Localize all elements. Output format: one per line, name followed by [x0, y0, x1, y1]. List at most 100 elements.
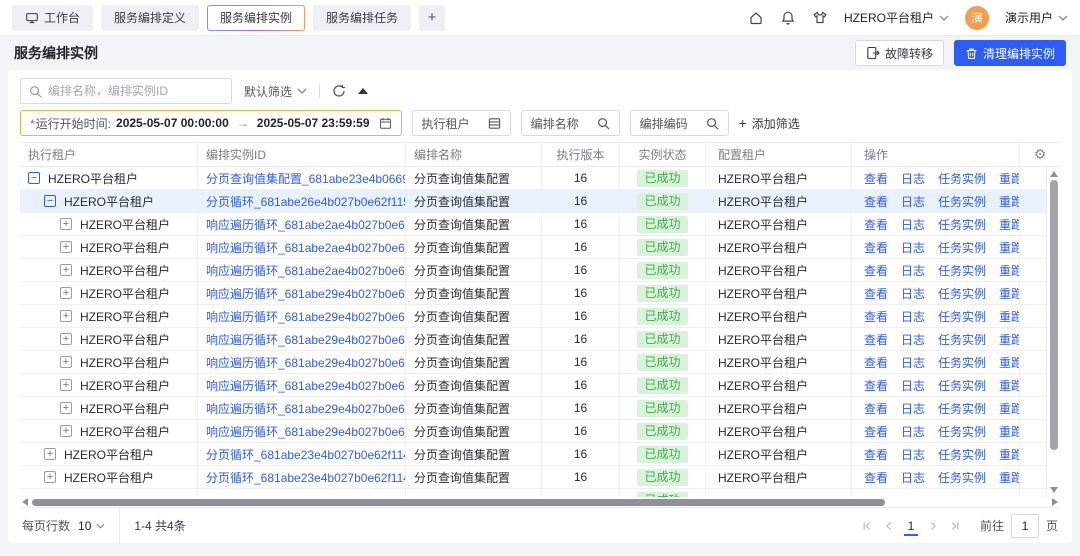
action-log[interactable]: 日志	[901, 193, 925, 210]
action-task-instance[interactable]: 任务实例	[938, 262, 986, 279]
action-task-instance[interactable]: 任务实例	[938, 285, 986, 302]
action-log[interactable]: 日志	[901, 239, 925, 256]
action-log[interactable]: 日志	[901, 170, 925, 187]
instance-id-link[interactable]: 响应遍历循环_681abe29e4b027b0e62f115d	[206, 400, 406, 417]
scroll-down-icon[interactable]	[1050, 487, 1058, 493]
action-log[interactable]: 日志	[901, 331, 925, 348]
action-task-instance[interactable]: 任务实例	[938, 331, 986, 348]
expand-node-toggle[interactable]: +	[60, 379, 72, 391]
action-view[interactable]: 查看	[864, 193, 888, 210]
action-log[interactable]: 日志	[901, 377, 925, 394]
nav-tab-2[interactable]: 服务编排实例	[207, 5, 305, 31]
table-row[interactable]: +HZERO平台租户响应遍历循环_681abe29e4b027b0e62f115…	[20, 374, 1046, 397]
refresh-icon[interactable]	[332, 84, 346, 98]
page-size-select[interactable]: 10	[78, 519, 105, 533]
action-view[interactable]: 查看	[864, 308, 888, 325]
table-row[interactable]: +HZERO平台租户响应遍历循环_681abe29e4b027b0e62f116…	[20, 305, 1046, 328]
filter-chip-2[interactable]: 编排编码	[630, 110, 729, 136]
collapse-node-toggle[interactable]: −	[44, 195, 56, 207]
action-task-instance[interactable]: 任务实例	[938, 354, 986, 371]
action-log[interactable]: 日志	[901, 285, 925, 302]
expand-node-toggle[interactable]: +	[60, 425, 72, 437]
bell-icon[interactable]	[780, 10, 796, 26]
table-row[interactable]: 已成功	[20, 489, 1046, 497]
table-row[interactable]: +HZERO平台租户分页循环_681abe23e4b027b0e62f1145分…	[20, 443, 1046, 466]
action-view[interactable]: 查看	[864, 262, 888, 279]
table-row[interactable]: +HZERO平台租户响应遍历循环_681abe29e4b027b0e62f115…	[20, 397, 1046, 420]
action-view[interactable]: 查看	[864, 170, 888, 187]
scroll-left-icon[interactable]	[22, 498, 28, 506]
action-task-instance[interactable]: 任务实例	[938, 469, 986, 486]
vertical-scroll-thumb[interactable]	[1050, 180, 1058, 450]
table-row[interactable]: +HZERO平台租户响应遍历循环_681abe2ae4b027b0e62f116…	[20, 236, 1046, 259]
action-view[interactable]: 查看	[864, 446, 888, 463]
action-task-instance[interactable]: 任务实例	[938, 423, 986, 440]
home-icon[interactable]	[748, 10, 764, 26]
tenant-switcher[interactable]: HZERO平台租户	[844, 9, 949, 26]
action-task-instance[interactable]: 任务实例	[938, 170, 986, 187]
action-log[interactable]: 日志	[901, 423, 925, 440]
instance-id-link[interactable]: 响应遍历循环_681abe29e4b027b0e62f1161	[206, 308, 406, 325]
horizontal-scrollbar[interactable]	[20, 497, 1060, 507]
nav-tab-1[interactable]: 服务编排定义	[101, 5, 199, 31]
action-rerun[interactable]: 重跑	[999, 170, 1020, 187]
filter-chip-1[interactable]: 编排名称	[521, 110, 620, 136]
action-task-instance[interactable]: 任务实例	[938, 377, 986, 394]
action-task-instance[interactable]: 任务实例	[938, 308, 986, 325]
column-settings-gear-icon[interactable]: ⚙	[1034, 146, 1047, 163]
instance-id-link[interactable]: 分页循环_681abe23e4b027b0e62f1146	[206, 469, 406, 486]
instance-id-link[interactable]: 响应遍历循环_681abe2ae4b027b0e62f1163	[206, 262, 406, 279]
collapse-filters-icon[interactable]	[358, 88, 368, 94]
action-task-instance[interactable]: 任务实例	[938, 216, 986, 233]
action-log[interactable]: 日志	[901, 262, 925, 279]
action-rerun[interactable]: 重跑	[999, 285, 1020, 302]
last-page-button[interactable]	[944, 515, 966, 537]
action-log[interactable]: 日志	[901, 400, 925, 417]
action-view[interactable]: 查看	[864, 331, 888, 348]
action-task-instance[interactable]: 任务实例	[938, 239, 986, 256]
default-filter-dropdown[interactable]: 默认筛选	[244, 83, 307, 100]
table-row[interactable]: +HZERO平台租户响应遍历循环_681abe2ae4b027b0e62f116…	[20, 259, 1046, 282]
instance-id-link[interactable]: 响应遍历循环_681abe2ae4b027b0e62f1164	[206, 239, 406, 256]
action-rerun[interactable]: 重跑	[999, 216, 1020, 233]
action-rerun[interactable]: 重跑	[999, 239, 1020, 256]
expand-node-toggle[interactable]: +	[44, 448, 56, 460]
action-view[interactable]: 查看	[864, 354, 888, 371]
theme-shirt-icon[interactable]	[812, 10, 828, 26]
instance-id-link[interactable]: 响应遍历循环_681abe2ae4b027b0e62f1165	[206, 216, 406, 233]
action-view[interactable]: 查看	[864, 216, 888, 233]
failover-button[interactable]: 故障转移	[855, 40, 944, 66]
expand-node-toggle[interactable]: +	[60, 218, 72, 230]
action-task-instance[interactable]: 任务实例	[938, 400, 986, 417]
instance-id-link[interactable]: 分页循环_681abe23e4b027b0e62f1145	[206, 446, 406, 463]
table-row[interactable]: +HZERO平台租户分页循环_681abe23e4b027b0e62f1146分…	[20, 466, 1046, 489]
table-row[interactable]: +HZERO平台租户响应遍历循环_681abe29e4b027b0e62f116…	[20, 282, 1046, 305]
action-rerun[interactable]: 重跑	[999, 423, 1020, 440]
table-row[interactable]: −HZERO平台租户分页查询值集配置_681abe23e4b0669ef5428…	[20, 167, 1046, 190]
action-task-instance[interactable]: 任务实例	[938, 193, 986, 210]
table-row[interactable]: +HZERO平台租户响应遍历循环_681abe29e4b027b0e62f115…	[20, 420, 1046, 443]
expand-node-toggle[interactable]: +	[60, 264, 72, 276]
action-rerun[interactable]: 重跑	[999, 308, 1020, 325]
action-rerun[interactable]: 重跑	[999, 193, 1020, 210]
filter-chip-0[interactable]: 执行租户	[412, 110, 511, 136]
search-input[interactable]	[48, 84, 223, 98]
action-view[interactable]: 查看	[864, 239, 888, 256]
instance-id-link[interactable]: 响应遍历循环_681abe29e4b027b0e62f115f	[206, 354, 406, 371]
nav-tab-0[interactable]: 工作台	[12, 5, 93, 31]
action-rerun[interactable]: 重跑	[999, 377, 1020, 394]
table-row[interactable]: +HZERO平台租户响应遍历循环_681abe29e4b027b0e62f115…	[20, 351, 1046, 374]
instance-id-link[interactable]: 响应遍历循环_681abe29e4b027b0e62f115c	[206, 423, 406, 440]
action-rerun[interactable]: 重跑	[999, 331, 1020, 348]
action-rerun[interactable]: 重跑	[999, 400, 1020, 417]
action-view[interactable]: 查看	[864, 377, 888, 394]
add-tab-button[interactable]: +	[419, 5, 445, 31]
vertical-scrollbar[interactable]	[1046, 167, 1060, 497]
table-row[interactable]: −HZERO平台租户分页循环_681abe26e4b027b0e62f115b分…	[20, 190, 1046, 213]
action-log[interactable]: 日志	[901, 446, 925, 463]
date-range-filter[interactable]: *运行开始时间: 2025-05-07 00:00:00 → 2025-05-0…	[20, 110, 402, 136]
instance-id-link[interactable]: 分页循环_681abe26e4b027b0e62f115b	[206, 193, 406, 210]
action-rerun[interactable]: 重跑	[999, 469, 1020, 486]
prev-page-button[interactable]	[878, 515, 900, 537]
action-log[interactable]: 日志	[901, 216, 925, 233]
